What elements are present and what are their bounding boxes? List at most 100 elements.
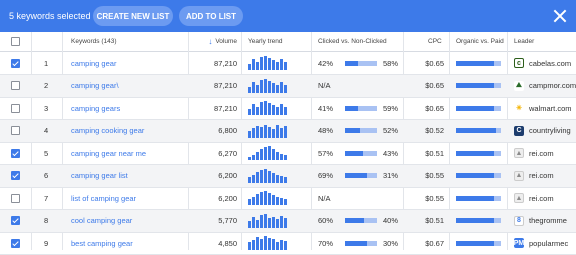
create-new-list-button[interactable]: CREATE NEW LIST [93, 6, 173, 26]
trend-bar [268, 193, 271, 205]
header-clicked[interactable]: Clicked vs. Non-Clicked [318, 32, 387, 51]
clicked-percent: N/A [318, 193, 331, 203]
organic-bar-cell [456, 120, 501, 142]
row-checkbox-cell[interactable] [11, 187, 20, 209]
trend-bar [256, 62, 259, 70]
organic-bar-fill [456, 83, 494, 88]
row-checkbox-cell[interactable] [11, 165, 20, 187]
header-keywords[interactable]: Keywords (143) [71, 32, 117, 51]
trend-cell [248, 187, 287, 209]
table-row[interactable]: 4 camping cooking gear 6,800 48% 52% $0.52 Cco… [0, 119, 576, 143]
leader-cell[interactable]: c cabelas.com [514, 52, 576, 74]
organic-bar-fill [456, 240, 494, 246]
row-checkbox[interactable] [11, 148, 20, 158]
row-checkbox-cell[interactable] [11, 75, 20, 97]
trend-bar [252, 104, 255, 115]
row-checkbox-cell[interactable] [11, 97, 20, 119]
clicked-bar [345, 150, 377, 156]
trend-bar [248, 86, 251, 93]
row-checkbox-cell[interactable] [11, 210, 20, 232]
trend-bar [276, 124, 279, 138]
trend-sparkline [248, 236, 287, 250]
row-checkbox[interactable] [11, 81, 20, 90]
header-volume[interactable]: ↓ Volume [199, 32, 237, 51]
row-checkbox[interactable] [11, 126, 20, 135]
table-row[interactable]: 5 camping gear near me 6,270 57% 43% $0.51 ▲ re… [0, 142, 576, 165]
clicked-bar-cell [345, 142, 377, 164]
leader-domain: rei.com [529, 193, 554, 203]
leader-domain: rei.com [529, 171, 554, 180]
volume-value: 6,800 [218, 126, 237, 135]
trend-bar [264, 191, 267, 205]
keyword-link[interactable]: cool camping gear [71, 210, 186, 232]
row-checkbox-cell[interactable] [11, 52, 20, 74]
table-row[interactable]: 3 camping gears 87,210 41% 59% $0.65 ✳ walmart.… [0, 97, 576, 120]
trend-bar [260, 102, 263, 115]
header-leader[interactable]: Leader [514, 32, 534, 51]
trend-bar [268, 58, 271, 70]
organic-bar [456, 195, 501, 201]
leader-cell[interactable]: ▲ rei.com [514, 142, 576, 164]
leader-cell[interactable]: ✳ walmart.com [514, 97, 576, 119]
header-organic[interactable]: Organic vs. Paid [456, 32, 504, 51]
sort-down-icon: ↓ [208, 37, 213, 46]
trend-bar [252, 127, 255, 138]
leader-domain: rei.com [529, 148, 554, 158]
trend-sparkline [248, 124, 287, 138]
header-cpc[interactable]: CPC [428, 32, 442, 51]
leader-cell[interactable]: Ccountryliving [514, 120, 576, 142]
row-checkbox[interactable] [11, 193, 20, 203]
row-checkbox[interactable] [11, 58, 20, 68]
cpc-value: $0.51 [425, 148, 444, 158]
table-row[interactable]: 2 camping gear\ 87,210 N/A $0.65 ⛰ campmor.com [0, 74, 576, 98]
organic-bar-cell [456, 75, 501, 97]
trend-bar [248, 242, 251, 250]
clicked-bar [345, 60, 377, 66]
row-checkbox[interactable] [11, 171, 20, 180]
close-icon[interactable] [553, 9, 567, 23]
keyword-link[interactable]: camping cooking gear [71, 120, 186, 142]
table-row[interactable]: 1 camping gear 87,210 42% 58% $0.65 c cabelas.c… [0, 52, 576, 75]
nonclicked-percent: 52% [382, 126, 398, 135]
row-checkbox[interactable] [11, 103, 20, 113]
clicked-bar-fill [345, 105, 358, 111]
leader-cell[interactable]: ▲ rei.com [514, 187, 576, 209]
keyword-link[interactable]: camping gear near me [71, 142, 186, 164]
trend-bar [248, 199, 251, 205]
trend-bar [272, 60, 275, 70]
trend-bar [272, 195, 275, 205]
table-row[interactable]: 6 camping gear list 6,200 69% 31% $0.55 ▲ rei.c… [0, 164, 576, 188]
table-row[interactable]: 7 list of camping gear 6,200 N/A $0.55 ▲ rei.c… [0, 187, 576, 210]
row-checkbox-cell[interactable] [11, 120, 20, 142]
keyword-link[interactable]: camping gear\ [71, 75, 186, 97]
leader-cell[interactable]: ▲ rei.com [514, 165, 576, 187]
trend-bar [276, 84, 279, 93]
header-trend[interactable]: Yearly trend [248, 32, 282, 51]
thegrommet-icon: 8 [514, 215, 524, 226]
organic-bar-fill [456, 218, 494, 223]
trend-sparkline [248, 213, 287, 228]
row-checkbox[interactable] [11, 216, 20, 225]
cpc-value: $0.65 [425, 81, 444, 90]
trend-bar [272, 105, 275, 115]
row-checkbox[interactable] [11, 238, 20, 248]
select-all-checkbox[interactable] [11, 37, 20, 46]
add-to-list-button[interactable]: ADD TO LIST [179, 6, 243, 26]
trend-bar [268, 80, 271, 93]
trend-bar [276, 152, 279, 160]
table-row[interactable]: 9 best camping gear 4,850 70% 30% $0.67 PM popu… [0, 232, 576, 255]
table-row[interactable]: 8 cool camping gear 5,770 60% 40% $0.51 8 thegr… [0, 209, 576, 233]
trend-cell [248, 165, 287, 187]
row-checkbox-cell[interactable] [11, 142, 20, 164]
keyword-link[interactable]: camping gears [71, 97, 186, 119]
trend-bar [260, 239, 263, 250]
keyword-link[interactable]: list of camping gear [71, 187, 186, 209]
organic-bar-fill [456, 128, 496, 133]
leader-cell[interactable]: 8 thegromme [514, 210, 576, 232]
leader-cell[interactable]: ⛰ campmor.com [514, 75, 576, 97]
select-all-cell[interactable] [11, 32, 20, 51]
trend-bar [272, 239, 275, 250]
keyword-link[interactable]: camping gear list [71, 165, 186, 187]
keyword-link[interactable]: camping gear [71, 52, 186, 74]
organic-bar-cell [456, 165, 501, 187]
